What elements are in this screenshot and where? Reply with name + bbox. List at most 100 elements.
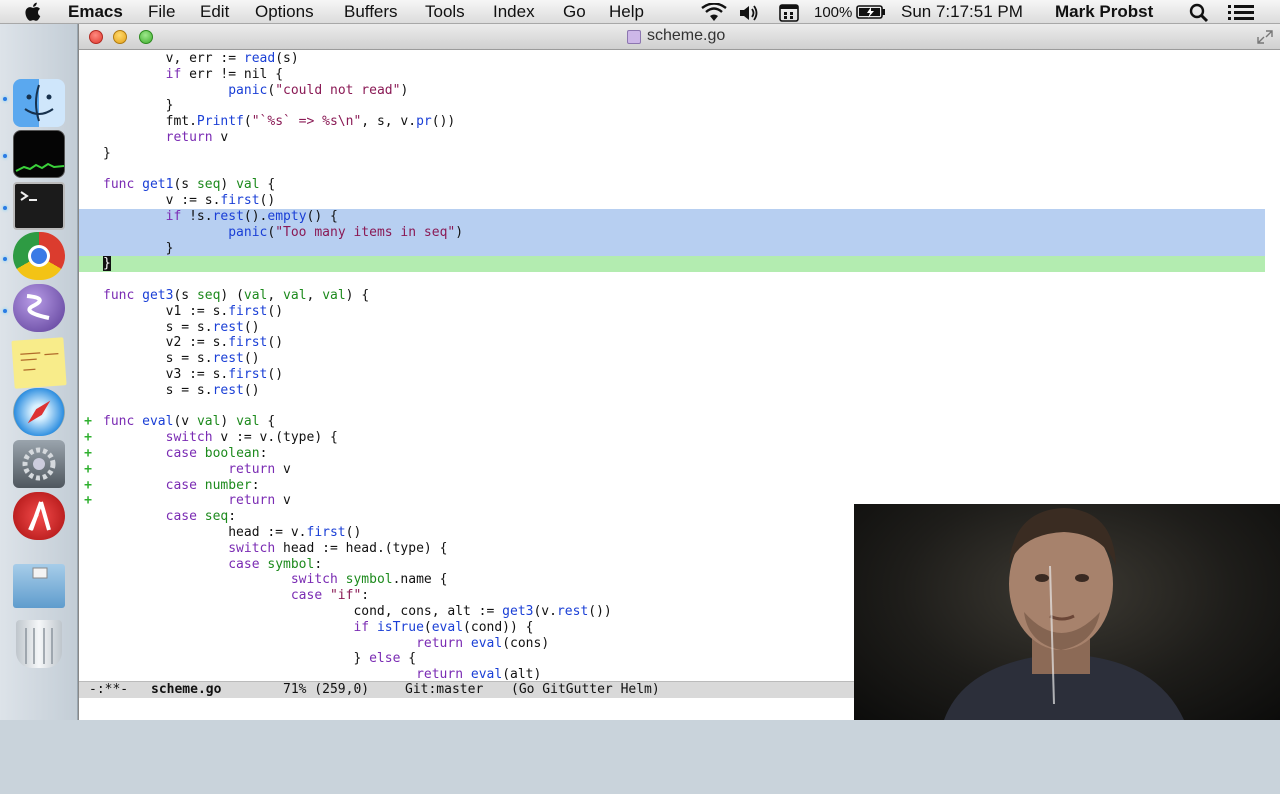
code-line[interactable]: + return v [79,462,1265,478]
code-line[interactable]: if err != nil { [79,67,1265,83]
code-text: case seq: [165,509,237,525]
code-line[interactable]: + switch v := v.(type) { [79,430,1265,446]
code-line[interactable]: v3 := s.first() [79,367,1265,383]
code-text: } [103,256,111,272]
apple-icon[interactable] [24,1,44,23]
code-text: panic("Too many items in seq") [228,224,464,240]
code-text: head := v.first() [103,525,362,540]
code-text: v2 := s.first() [103,335,284,351]
presenter-video [944,508,1184,720]
code-line[interactable]: fmt.Printf("`%s` => %s\n", s, v.pr()) [79,114,1265,130]
modeline-buffer-name: scheme.go [151,682,222,697]
menu-help[interactable]: Help [609,2,644,22]
menu-bar: Emacs File Edit Options Buffers Tools In… [0,0,1280,24]
code-text: return eval(cons) [416,635,550,651]
code-line[interactable]: } [79,98,1265,114]
clock[interactable]: Sun 7:17:51 PM [901,2,1023,22]
safari-icon[interactable] [13,388,65,436]
code-text: v3 := s.first() [103,367,284,382]
code-text: if err != nil { [165,66,284,82]
gitgutter-mark: + [84,430,92,446]
code-line[interactable]: } [79,240,1265,257]
code-line[interactable] [79,399,1265,415]
code-text: case number: [165,477,260,493]
menu-file[interactable]: File [148,2,175,22]
code-line[interactable]: panic("Too many items in seq") [79,224,1265,241]
code-line[interactable] [79,162,1265,178]
code-line[interactable]: panic("could not read") [79,83,1265,99]
code-line[interactable] [79,272,1265,288]
lisp-icon[interactable] [13,492,65,540]
app-menu-emacs[interactable]: Emacs [68,2,123,22]
running-indicator [3,97,7,101]
battery-percent[interactable]: 100% [814,4,852,21]
code-text: fmt.Printf("`%s` => %s\n", s, v.pr()) [103,114,456,130]
code-line[interactable]: return v [79,130,1265,146]
code-line[interactable]: s = s.rest() [79,351,1265,367]
code-text: return v [165,130,229,145]
modeline-status: -:**- [89,682,129,697]
downloads-folder-icon[interactable] [13,564,65,608]
code-line[interactable]: + case number: [79,478,1265,494]
code-line[interactable]: if !s.rest().empty() { [79,209,1265,225]
volume-icon[interactable] [738,4,760,22]
title-bar[interactable]: scheme.go [79,24,1280,50]
code-text: return v [228,461,291,477]
gitgutter-mark: + [84,493,92,509]
code-text: } else { [103,651,417,667]
code-line[interactable]: func get3(s seq) (val, val, val) { [79,288,1265,304]
code-text: panic("could not read") [228,82,409,98]
dock [0,24,78,720]
code-line[interactable]: v, err := read(s) [79,51,1265,67]
code-line[interactable]: } [79,146,1265,162]
window-title: scheme.go [647,27,726,44]
system-preferences-icon[interactable] [13,440,65,488]
code-text: switch head := head.(type) { [228,540,448,556]
running-indicator [3,206,7,210]
chrome-icon[interactable] [13,232,65,280]
menu-tools[interactable]: Tools [425,2,465,22]
gitgutter-mark: + [84,414,92,430]
code-text: func eval(v val) val { [103,414,276,430]
minimize-button[interactable] [113,30,127,44]
code-text: if isTrue(eval(cond)) { [353,619,534,635]
code-text: case "if": [290,588,370,604]
notification-center-icon[interactable] [1228,4,1254,21]
code-text: s = s.rest() [103,351,260,367]
menu-edit[interactable]: Edit [200,2,229,22]
code-line[interactable]: + func eval(v val) val { [79,414,1265,430]
code-text: s = s.rest() [103,319,260,335]
code-line[interactable]: v2 := s.first() [79,335,1265,351]
current-line[interactable]: } [79,256,1265,273]
webcam-overlay [854,504,1280,720]
code-line[interactable]: s = s.rest() [79,320,1265,336]
code-text: if !s.rest().empty() { [165,209,338,224]
emacs-icon[interactable] [13,284,65,332]
menu-options[interactable]: Options [255,2,314,22]
gitgutter-mark: + [84,446,92,461]
fullscreen-icon[interactable] [1257,30,1273,44]
code-line[interactable]: + case boolean: [79,446,1265,462]
finder-icon[interactable] [13,79,65,127]
stickies-icon[interactable] [11,337,67,389]
wifi-icon[interactable] [700,3,728,23]
trash-icon[interactable] [16,620,62,668]
zoom-button[interactable] [139,30,153,44]
code-line[interactable]: s = s.rest() [79,383,1265,399]
menu-buffers[interactable]: Buffers [344,2,398,22]
menu-go[interactable]: Go [563,2,586,22]
code-text: v, err := read(s) [103,51,299,66]
date-icon[interactable] [779,3,799,22]
code-line[interactable]: v := s.first() [79,193,1265,209]
user-name[interactable]: Mark Probst [1055,2,1153,22]
activity-monitor-icon[interactable] [13,130,65,178]
spotlight-icon[interactable] [1188,3,1210,23]
close-button[interactable] [89,30,103,44]
running-indicator [3,154,7,158]
battery-icon[interactable] [856,4,886,20]
modeline-position: 71% (259,0) [283,682,370,697]
menu-index[interactable]: Index [493,2,535,22]
code-line[interactable]: func get1(s seq) val { [79,177,1265,193]
terminal-icon[interactable] [13,182,65,230]
code-line[interactable]: v1 := s.first() [79,304,1265,320]
